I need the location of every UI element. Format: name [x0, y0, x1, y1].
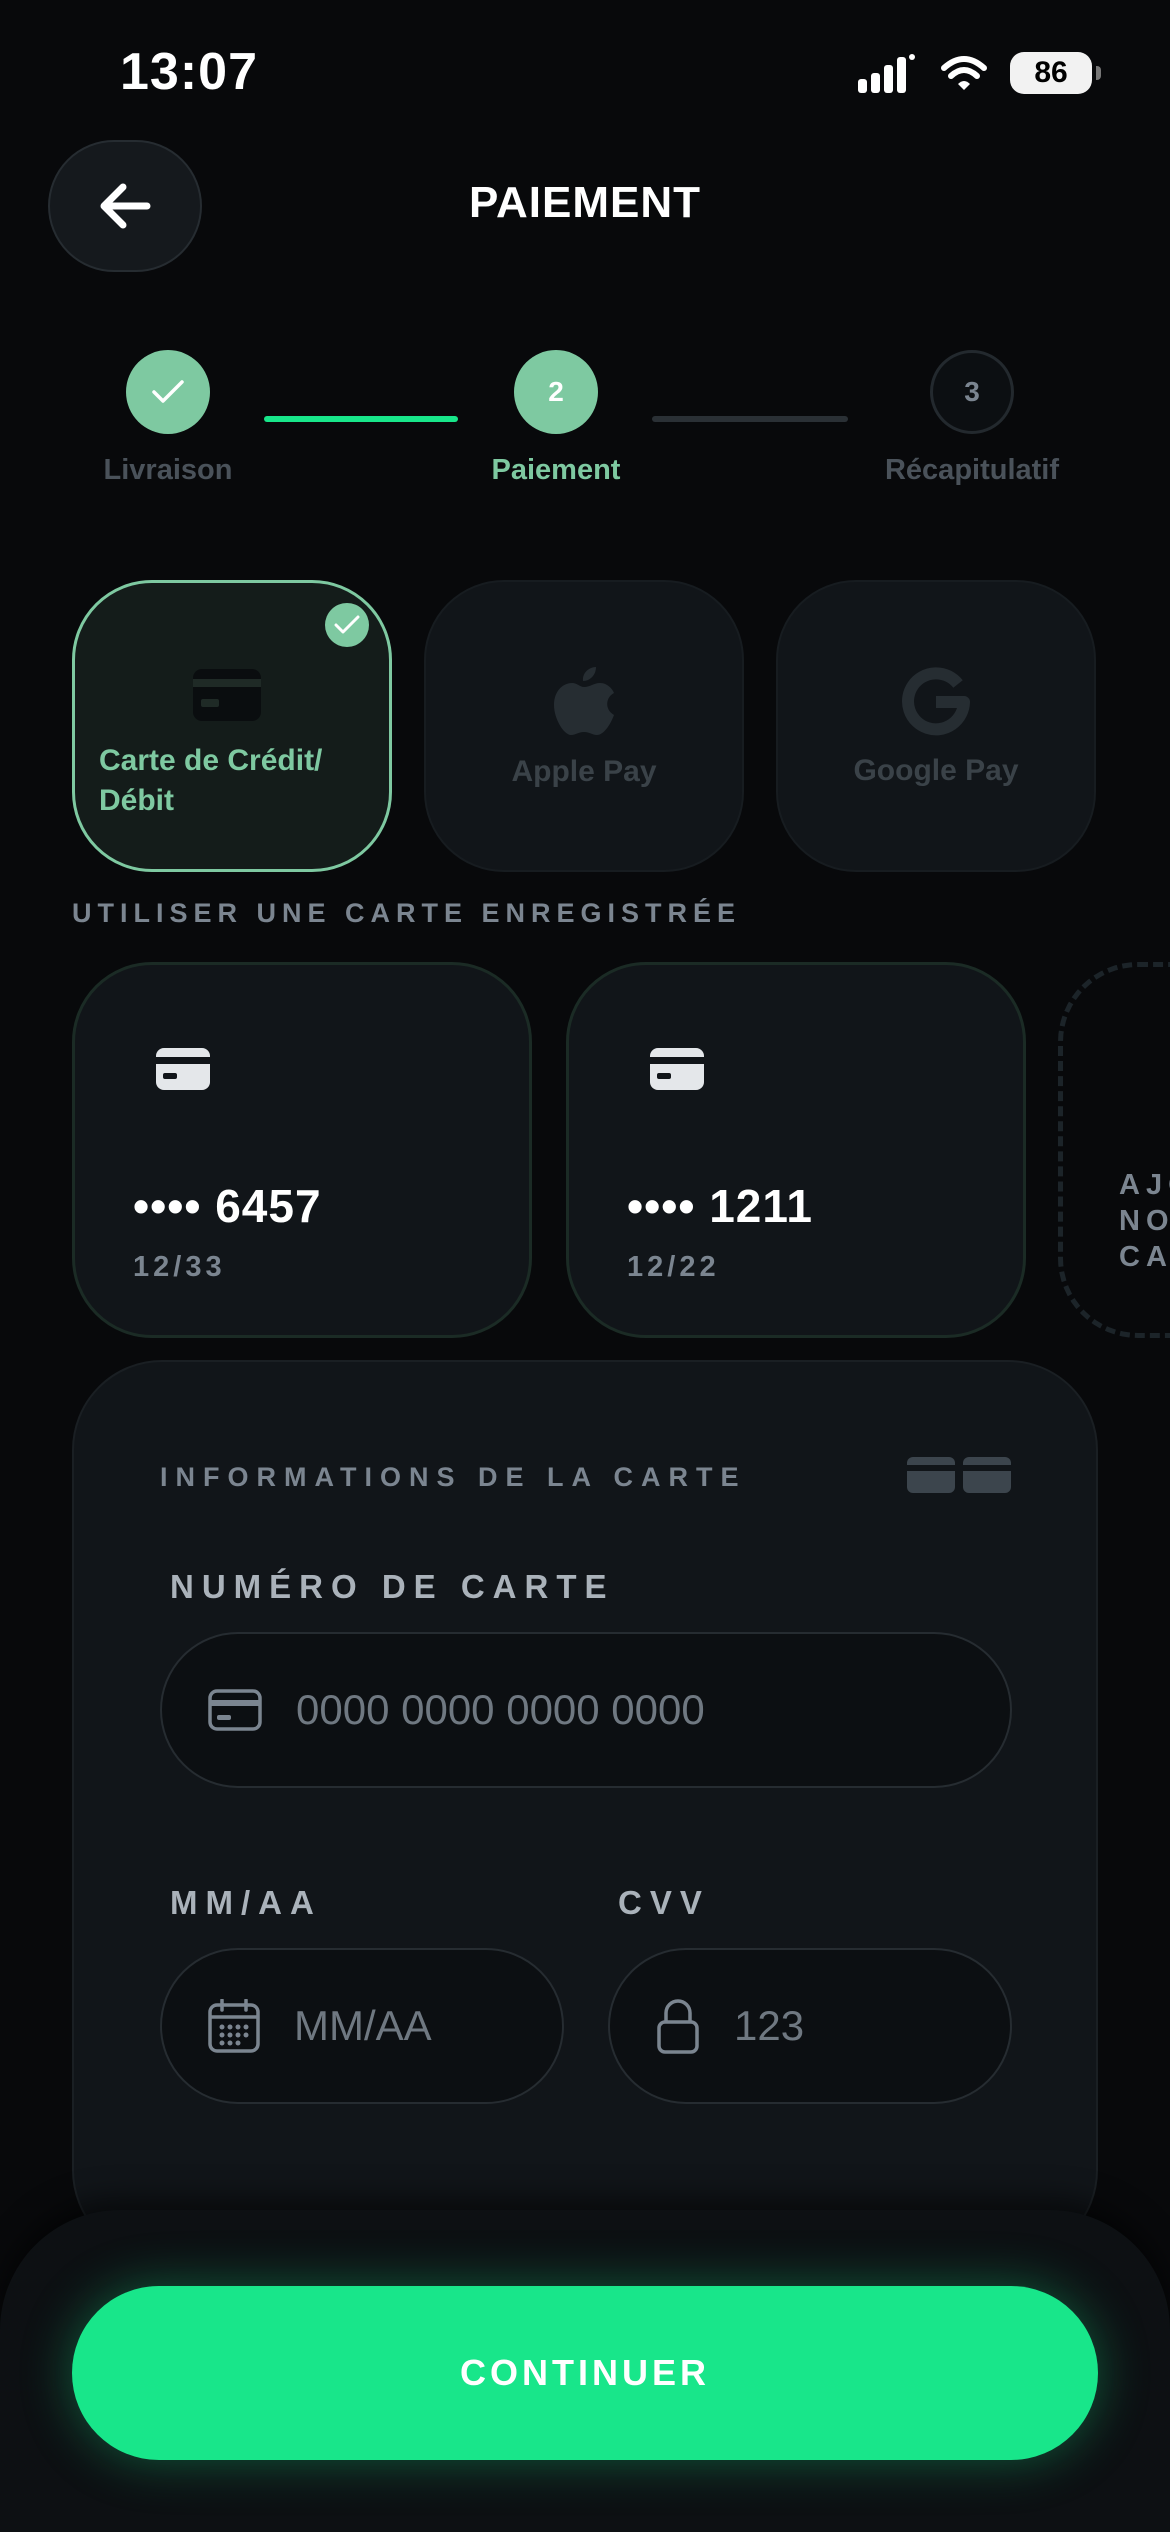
status-icons: 86	[858, 52, 1101, 94]
stepper-line-completed	[264, 416, 458, 422]
payment-method-label: Google Pay	[853, 754, 1019, 787]
cvv-label: CVV	[618, 1884, 710, 1921]
expiry-input[interactable]: MM/AA	[160, 1948, 564, 2104]
saved-card-number: •••• 6457	[133, 1180, 322, 1232]
card-number-label: NUMÉRO DE CARTE	[170, 1568, 615, 1605]
selected-check-badge	[325, 603, 369, 647]
battery-level: 86	[1034, 56, 1068, 89]
step-number: 2	[514, 350, 598, 434]
lock-icon	[657, 1999, 699, 2054]
expiry-placeholder: MM/AA	[294, 2002, 432, 2049]
payment-method-card[interactable]: Carte de Crédit/ Débit	[72, 580, 392, 872]
payment-method-label: Carte de Crédit/ Débit	[99, 744, 323, 817]
apple-icon	[554, 667, 614, 735]
continue-button[interactable]: CONTINUER	[72, 2286, 1098, 2460]
cellular-signal-icon	[858, 54, 915, 93]
credit-card-icon	[156, 1048, 210, 1090]
card-info-title: INFORMATIONS DE LA CARTE	[160, 1462, 747, 1492]
step-done-circle	[126, 350, 210, 434]
saved-card-number: •••• 1211	[627, 1180, 813, 1232]
cvv-input[interactable]: 123	[608, 1948, 1012, 2104]
checkmark-icon	[152, 380, 184, 403]
expiry-label: MM/AA	[170, 1884, 322, 1921]
credit-card-icon	[650, 1048, 704, 1090]
card-number-placeholder: 0000 0000 0000 0000	[296, 1686, 705, 1733]
status-time: 13:07	[120, 43, 258, 101]
continue-label: CONTINUER	[460, 2352, 710, 2393]
google-icon	[902, 667, 970, 736]
saved-card[interactable]: •••• 6457 12/33	[72, 962, 532, 1338]
payment-method-google-pay[interactable]: Google Pay	[776, 580, 1096, 872]
payment-method-apple-pay[interactable]: Apple Pay	[424, 580, 744, 872]
saved-cards-section-label: UTILISER UNE CARTE ENREGISTRÉE	[72, 898, 742, 928]
add-new-card-button[interactable]: AJO NO CA	[1058, 962, 1170, 1338]
payment-method-label: Apple Pay	[511, 755, 657, 788]
saved-card-expiry: 12/33	[133, 1251, 226, 1283]
step-number: 3	[930, 350, 1014, 434]
page-title: PAIEMENT	[468, 178, 702, 227]
saved-card[interactable]: •••• 1211 12/22	[566, 962, 1026, 1338]
add-card-label: AJO NO CA	[1119, 1169, 1170, 1273]
step-label: Récapitulatif	[884, 454, 1060, 486]
step-paiement: 2 Paiement	[436, 350, 676, 487]
step-label: Paiement	[491, 454, 621, 486]
cards-icon	[906, 1456, 1012, 1494]
checkmark-icon	[334, 615, 360, 634]
step-label: Livraison	[103, 454, 233, 486]
calendar-icon	[208, 1999, 260, 2053]
card-number-input[interactable]: 0000 0000 0000 0000	[160, 1632, 1012, 1788]
cvv-placeholder: 123	[734, 2002, 805, 2049]
battery-indicator: 86	[1010, 52, 1101, 94]
step-recapitulatif: 3 Récapitulatif	[852, 350, 1092, 487]
credit-card-outline-icon	[208, 1689, 262, 1731]
card-info-panel: INFORMATIONS DE LA CARTE NUMÉRO DE CARTE…	[72, 1360, 1098, 2260]
stepper-line-pending	[652, 416, 848, 422]
step-livraison: Livraison	[48, 350, 288, 487]
credit-card-icon	[193, 669, 261, 721]
saved-card-expiry: 12/22	[627, 1251, 720, 1283]
wifi-icon	[941, 56, 987, 90]
payment-screen: 13:07 86 PAIEMENT Livraison 2 Paiement 3…	[0, 0, 1170, 2532]
